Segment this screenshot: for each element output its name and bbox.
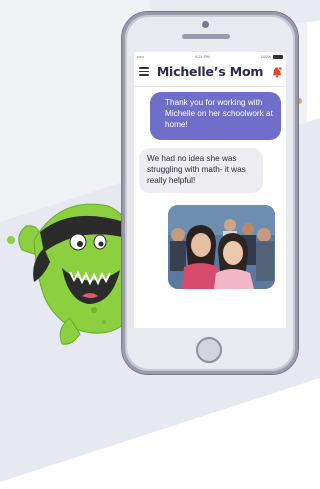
phone-speaker (182, 34, 230, 39)
status-battery: 100% (261, 54, 283, 59)
message-text: Thank you for working with Michelle on h… (165, 98, 273, 129)
message-received: We had no idea she was struggling with m… (139, 148, 263, 193)
battery-percent: 100% (260, 54, 271, 59)
battery-icon (273, 54, 283, 59)
message-photo[interactable] (168, 205, 275, 289)
photo-image (168, 205, 275, 289)
phone-screen: ••••• 4:21 PM 100% Michelle’s Mom Thank … (134, 52, 286, 328)
home-button[interactable] (196, 337, 222, 363)
header-divider (134, 86, 286, 87)
message-sent: Thank you for working with Michelle on h… (150, 92, 281, 140)
bell-icon[interactable] (271, 66, 283, 78)
status-time: 4:21 PM (194, 54, 210, 59)
hamburger-menu-icon[interactable] (139, 67, 149, 76)
chat-title: Michelle’s Mom (156, 64, 264, 79)
status-bar: ••••• 4:21 PM 100% (134, 52, 286, 61)
message-text: We had no idea she was struggling with m… (147, 154, 246, 185)
chat-header: Michelle’s Mom (134, 61, 286, 85)
status-carrier: ••••• (137, 54, 145, 59)
phone-camera (202, 21, 209, 28)
